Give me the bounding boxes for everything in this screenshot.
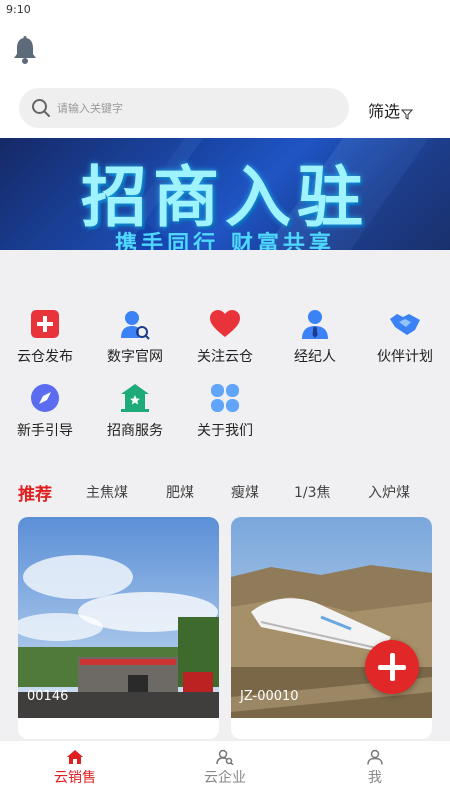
menu-item-digital-site[interactable]: 数字官网 [95,308,175,366]
nav-label: 我 [368,770,382,786]
heart-icon [210,310,240,337]
menu-item-investment-service[interactable]: 招商服务 [95,382,175,440]
menu-item-cloud-publish[interactable]: 云仓发布 [5,308,85,366]
nav-item-me[interactable]: 我 [325,749,425,787]
card-code: 00146 [27,689,69,704]
category-tabs: 推荐 主焦煤 肥煤 瘦煤 1/3焦 入炉煤 [0,470,450,510]
card-code: JZ-00010 [240,689,299,704]
enterprise-icon [216,749,234,765]
tab-recommended[interactable]: 推荐 [18,480,52,505]
search-placeholder: 请输入关键字 [57,102,123,115]
menu-label: 招商服务 [107,423,163,439]
product-card[interactable]: 00146 [18,517,219,739]
tab-one-third-coking[interactable]: 1/3焦 [294,482,331,502]
top-area: 请输入关键字 筛选 [0,20,450,138]
home-icon [67,750,83,764]
add-fab-button[interactable] [365,640,419,694]
menu-label: 关于我们 [197,423,253,439]
menu-label: 关注云仓 [197,349,253,365]
bottom-nav: 云销售 云企业 我 [0,740,450,800]
menu-label: 云仓发布 [17,349,73,365]
bell-icon[interactable] [10,35,40,65]
function-menu: 云仓发布 数字官网 关注云仓 经纪人 伙伴计划 新手引导 招商服务 关于我们 [0,250,450,462]
product-card[interactable]: JZ-00010 [231,517,432,739]
banner-subtitle: 携手同行 财富共享 [115,232,335,250]
handshake-icon [390,314,420,335]
menu-label: 经纪人 [294,349,336,365]
nav-item-cloud-sales[interactable]: 云销售 [25,749,125,787]
nav-label: 云销售 [54,770,96,786]
menu-item-partner-plan[interactable]: 伙伴计划 [365,308,445,366]
filter-button[interactable]: 筛选 [368,98,414,122]
clover-icon [211,384,239,412]
tab-furnace-coal[interactable]: 入炉煤 [368,482,410,502]
status-time: 9:10 [6,3,31,16]
search-input[interactable]: 请输入关键字 [19,88,349,128]
status-bar: 9:10 [0,0,450,20]
compass-icon [31,384,59,412]
menu-item-about-us[interactable]: 关于我们 [185,382,265,440]
card-image [18,517,219,718]
promo-banner[interactable]: 招商入驻 携手同行 财富共享 [0,138,450,250]
nav-label: 云企业 [204,770,246,786]
tab-lean-coal[interactable]: 瘦煤 [231,482,259,502]
store-icon [121,384,149,412]
menu-item-follow[interactable]: 关注云仓 [185,308,265,366]
filter-label: 筛选 [368,102,401,121]
user-search-icon [121,311,150,340]
filter-icon [401,109,414,120]
person-icon [367,749,383,765]
tab-main-coking-coal[interactable]: 主焦煤 [86,482,128,502]
menu-label: 伙伴计划 [377,349,433,365]
menu-item-beginner-guide[interactable]: 新手引导 [5,382,85,440]
menu-item-agent[interactable]: 经纪人 [275,308,355,366]
nav-item-cloud-enterprise[interactable]: 云企业 [175,749,275,787]
plus-box-icon [31,310,59,338]
menu-label: 数字官网 [107,349,163,365]
search-icon [31,98,51,118]
menu-label: 新手引导 [17,423,73,439]
agent-icon [302,310,328,339]
tab-fat-coal[interactable]: 肥煤 [166,482,194,502]
